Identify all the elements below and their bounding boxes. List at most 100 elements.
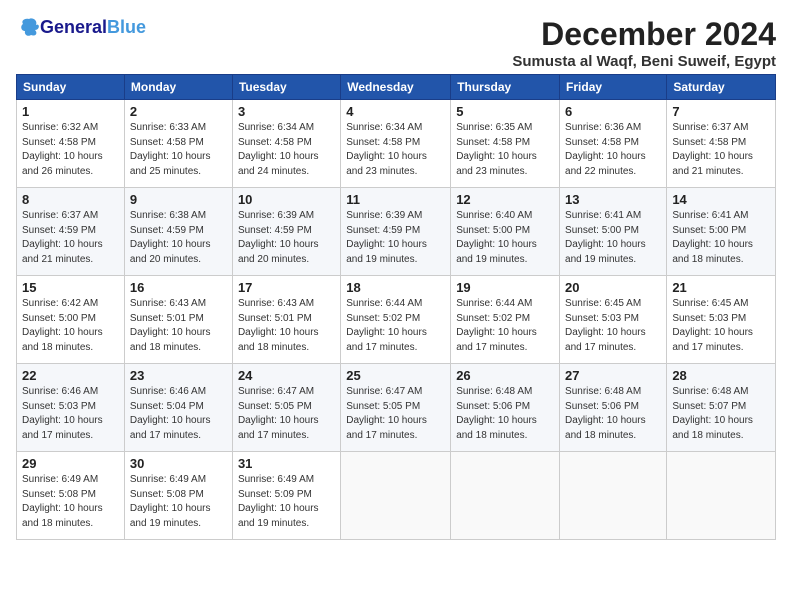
day-info: Sunrise: 6:41 AM Sunset: 5:00 PM Dayligh…: [672, 209, 770, 267]
day-info: Sunrise: 6:45 AM Sunset: 5:03 PM Dayligh…: [565, 297, 661, 355]
day-info: Sunrise: 6:33 AM Sunset: 4:58 PM Dayligh…: [130, 121, 227, 179]
calendar-day-cell: 28Sunrise: 6:48 AM Sunset: 5:07 PM Dayli…: [667, 364, 776, 452]
day-number: 30: [130, 456, 227, 471]
day-info: Sunrise: 6:35 AM Sunset: 4:58 PM Dayligh…: [456, 121, 554, 179]
logo-bird-icon: [18, 16, 40, 38]
calendar-week-row: 22Sunrise: 6:46 AM Sunset: 5:03 PM Dayli…: [17, 364, 776, 452]
location-title: Sumusta al Waqf, Beni Suweif, Egypt: [512, 53, 776, 70]
calendar-day-cell: 8 Sunrise: 6:37 AM Sunset: 4:59 PM Daylig…: [17, 188, 125, 276]
day-number: 15: [22, 280, 119, 295]
logo-general-text: General: [40, 17, 107, 37]
weekday-header-row: SundayMondayTuesdayWednesdayThursdayFrid…: [17, 75, 776, 100]
calendar-day-cell: [560, 452, 667, 540]
calendar-week-row: 15 Sunrise: 6:42 AM Sunset: 5:00 PM Dayli…: [17, 276, 776, 364]
weekday-header-cell: Monday: [124, 75, 232, 100]
calendar-day-cell: 27 Sunrise: 6:48 AM Sunset: 5:06 PM Dayli…: [560, 364, 667, 452]
day-number: 25: [346, 368, 445, 383]
calendar-day-cell: 20 Sunrise: 6:45 AM Sunset: 5:03 PM Dayli…: [560, 276, 667, 364]
day-info: Sunrise: 6:48 AM Sunset: 5:06 PM Dayligh…: [565, 385, 661, 443]
calendar-day-cell: 31 Sunrise: 6:49 AM Sunset: 5:09 PM Dayli…: [232, 452, 340, 540]
logo-blue-text: Blue: [107, 17, 146, 37]
calendar-day-cell: 11Sunrise: 6:39 AM Sunset: 4:59 PM Dayli…: [341, 188, 451, 276]
day-number: 14: [672, 192, 770, 207]
day-number: 17: [238, 280, 335, 295]
calendar-week-row: 29 Sunrise: 6:49 AM Sunset: 5:08 PM Dayli…: [17, 452, 776, 540]
calendar-day-cell: 17 Sunrise: 6:43 AM Sunset: 5:01 PM Dayli…: [232, 276, 340, 364]
calendar-day-cell: 12Sunrise: 6:40 AM Sunset: 5:00 PM Dayli…: [451, 188, 560, 276]
day-number: 3: [238, 104, 335, 119]
day-number: 20: [565, 280, 661, 295]
calendar-day-cell: 4Sunrise: 6:34 AM Sunset: 4:58 PM Daylig…: [341, 100, 451, 188]
calendar-day-cell: 22Sunrise: 6:46 AM Sunset: 5:03 PM Dayli…: [17, 364, 125, 452]
calendar-day-cell: [341, 452, 451, 540]
day-info: Sunrise: 6:34 AM Sunset: 4:58 PM Dayligh…: [238, 121, 335, 179]
calendar-day-cell: 21Sunrise: 6:45 AM Sunset: 5:03 PM Dayli…: [667, 276, 776, 364]
calendar-week-row: 1 Sunrise: 6:32 AM Sunset: 4:58 PM Daylig…: [17, 100, 776, 188]
calendar-day-cell: 26 Sunrise: 6:48 AM Sunset: 5:06 PM Dayli…: [451, 364, 560, 452]
calendar-day-cell: 25 Sunrise: 6:47 AM Sunset: 5:05 PM Dayli…: [341, 364, 451, 452]
day-number: 26: [456, 368, 554, 383]
weekday-header-cell: Wednesday: [341, 75, 451, 100]
logo: GeneralBlue: [16, 16, 146, 38]
day-number: 18: [346, 280, 445, 295]
day-info: Sunrise: 6:44 AM Sunset: 5:02 PM Dayligh…: [456, 297, 554, 355]
calendar-day-cell: 24 Sunrise: 6:47 AM Sunset: 5:05 PM Dayli…: [232, 364, 340, 452]
day-info: Sunrise: 6:34 AM Sunset: 4:58 PM Dayligh…: [346, 121, 445, 179]
calendar-day-cell: 23 Sunrise: 6:46 AM Sunset: 5:04 PM Dayli…: [124, 364, 232, 452]
day-info: Sunrise: 6:49 AM Sunset: 5:09 PM Dayligh…: [238, 473, 335, 531]
calendar-day-cell: 29 Sunrise: 6:49 AM Sunset: 5:08 PM Dayli…: [17, 452, 125, 540]
day-number: 16: [130, 280, 227, 295]
day-info: Sunrise: 6:48 AM Sunset: 5:07 PM Dayligh…: [672, 385, 770, 443]
weekday-header-cell: Friday: [560, 75, 667, 100]
day-number: 13: [565, 192, 661, 207]
day-number: 23: [130, 368, 227, 383]
day-info: Sunrise: 6:47 AM Sunset: 5:05 PM Dayligh…: [238, 385, 335, 443]
day-info: Sunrise: 6:45 AM Sunset: 5:03 PM Dayligh…: [672, 297, 770, 355]
day-info: Sunrise: 6:49 AM Sunset: 5:08 PM Dayligh…: [22, 473, 119, 531]
calendar-day-cell: 9Sunrise: 6:38 AM Sunset: 4:59 PM Daylig…: [124, 188, 232, 276]
weekday-header-cell: Saturday: [667, 75, 776, 100]
day-info: Sunrise: 6:49 AM Sunset: 5:08 PM Dayligh…: [130, 473, 227, 531]
day-number: 8: [22, 192, 119, 207]
calendar-day-cell: [451, 452, 560, 540]
day-info: Sunrise: 6:43 AM Sunset: 5:01 PM Dayligh…: [130, 297, 227, 355]
calendar-day-cell: 19 Sunrise: 6:44 AM Sunset: 5:02 PM Dayli…: [451, 276, 560, 364]
calendar-day-cell: 7 Sunrise: 6:37 AM Sunset: 4:58 PM Daylig…: [667, 100, 776, 188]
day-info: Sunrise: 6:36 AM Sunset: 4:58 PM Dayligh…: [565, 121, 661, 179]
day-info: Sunrise: 6:32 AM Sunset: 4:58 PM Dayligh…: [22, 121, 119, 179]
calendar-week-row: 8 Sunrise: 6:37 AM Sunset: 4:59 PM Daylig…: [17, 188, 776, 276]
calendar-day-cell: 3 Sunrise: 6:34 AM Sunset: 4:58 PM Daylig…: [232, 100, 340, 188]
day-number: 10: [238, 192, 335, 207]
month-title: December 2024: [512, 16, 776, 53]
day-number: 27: [565, 368, 661, 383]
calendar-day-cell: 15 Sunrise: 6:42 AM Sunset: 5:00 PM Dayli…: [17, 276, 125, 364]
day-info: Sunrise: 6:48 AM Sunset: 5:06 PM Dayligh…: [456, 385, 554, 443]
day-number: 29: [22, 456, 119, 471]
calendar-day-cell: 16 Sunrise: 6:43 AM Sunset: 5:01 PM Dayli…: [124, 276, 232, 364]
calendar-day-cell: 5Sunrise: 6:35 AM Sunset: 4:58 PM Daylig…: [451, 100, 560, 188]
day-info: Sunrise: 6:47 AM Sunset: 5:05 PM Dayligh…: [346, 385, 445, 443]
day-number: 7: [672, 104, 770, 119]
day-number: 19: [456, 280, 554, 295]
calendar-day-cell: 13Sunrise: 6:41 AM Sunset: 5:00 PM Dayli…: [560, 188, 667, 276]
calendar-body: 1 Sunrise: 6:32 AM Sunset: 4:58 PM Daylig…: [17, 100, 776, 540]
day-number: 24: [238, 368, 335, 383]
day-number: 9: [130, 192, 227, 207]
day-info: Sunrise: 6:46 AM Sunset: 5:04 PM Dayligh…: [130, 385, 227, 443]
day-info: Sunrise: 6:37 AM Sunset: 4:59 PM Dayligh…: [22, 209, 119, 267]
calendar-day-cell: [667, 452, 776, 540]
day-info: Sunrise: 6:39 AM Sunset: 4:59 PM Dayligh…: [238, 209, 335, 267]
day-info: Sunrise: 6:39 AM Sunset: 4:59 PM Dayligh…: [346, 209, 445, 267]
day-info: Sunrise: 6:44 AM Sunset: 5:02 PM Dayligh…: [346, 297, 445, 355]
day-info: Sunrise: 6:37 AM Sunset: 4:58 PM Dayligh…: [672, 121, 770, 179]
day-number: 31: [238, 456, 335, 471]
day-number: 1: [22, 104, 119, 119]
weekday-header-cell: Tuesday: [232, 75, 340, 100]
weekday-header-cell: Thursday: [451, 75, 560, 100]
calendar-day-cell: 6Sunrise: 6:36 AM Sunset: 4:58 PM Daylig…: [560, 100, 667, 188]
calendar-day-cell: 2Sunrise: 6:33 AM Sunset: 4:58 PM Daylig…: [124, 100, 232, 188]
calendar-table: SundayMondayTuesdayWednesdayThursdayFrid…: [16, 74, 776, 540]
day-info: Sunrise: 6:42 AM Sunset: 5:00 PM Dayligh…: [22, 297, 119, 355]
calendar-day-cell: 30 Sunrise: 6:49 AM Sunset: 5:08 PM Dayli…: [124, 452, 232, 540]
day-info: Sunrise: 6:43 AM Sunset: 5:01 PM Dayligh…: [238, 297, 335, 355]
